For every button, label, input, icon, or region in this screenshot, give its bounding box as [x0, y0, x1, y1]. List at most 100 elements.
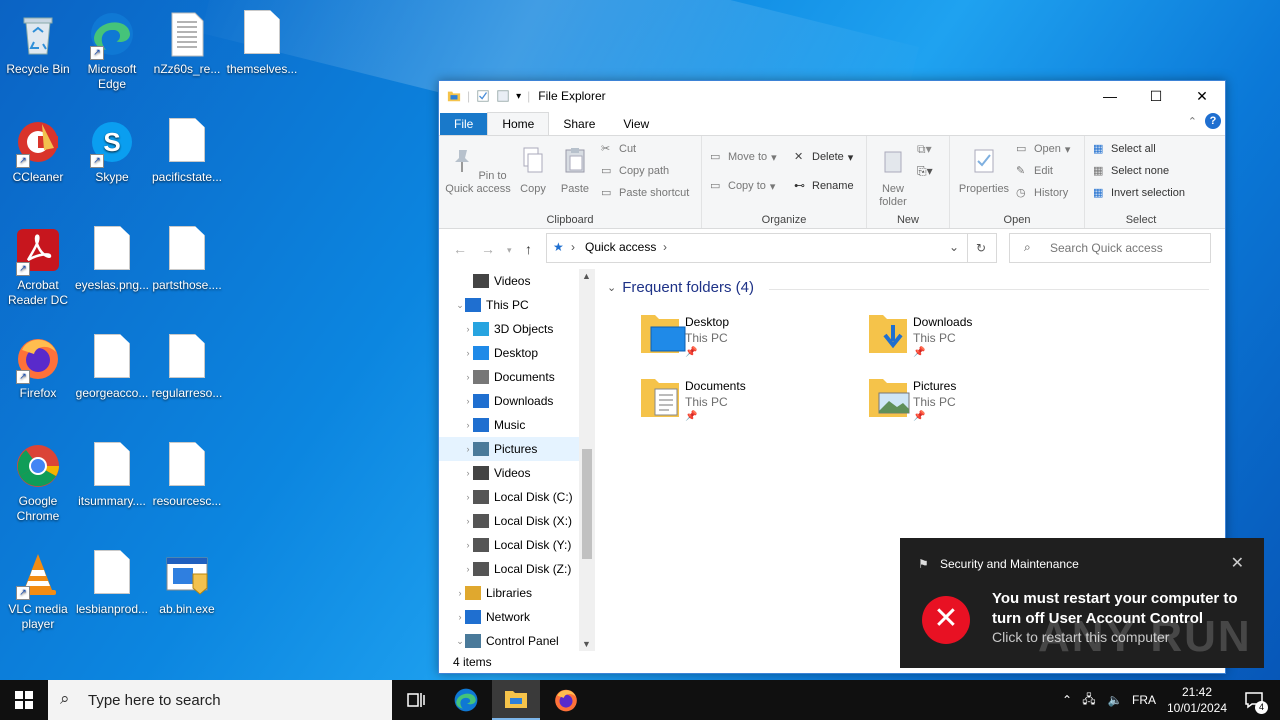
desktop-icon-file[interactable]: georgeacco... — [74, 330, 150, 401]
title-bar[interactable]: | ▾ | File Explorer — ☐ ✕ — [439, 81, 1225, 111]
up-button[interactable]: ↑ — [525, 241, 532, 257]
address-bar[interactable]: ★ › Quick access › ⌄ — [546, 233, 968, 263]
expanded-chevron-icon[interactable]: ⌄ — [455, 636, 465, 647]
scroll-down-icon[interactable]: ▼ — [582, 639, 591, 649]
help-icon[interactable]: ? — [1205, 113, 1221, 129]
nav-item-libraries[interactable]: › Libraries — [439, 581, 595, 605]
collapse-ribbon-icon[interactable]: ⌃ — [1188, 115, 1197, 128]
desktop-icon-file[interactable]: themselves... — [224, 6, 300, 77]
start-button[interactable] — [0, 680, 48, 720]
nav-item-videos[interactable]: › Videos — [439, 461, 595, 485]
expand-chevron-icon[interactable]: › — [463, 348, 473, 358]
recent-locations-icon[interactable]: ▾ — [507, 245, 512, 256]
folder-tile-downloads[interactable]: Downloads This PC 📌 — [867, 311, 1087, 371]
desktop-icon-file[interactable]: regularreso... — [149, 330, 225, 401]
expand-chevron-icon[interactable]: › — [463, 396, 473, 406]
taskbar-search-box[interactable]: ⌕ Type here to search — [48, 680, 392, 720]
scrollbar-thumb[interactable] — [582, 449, 592, 559]
show-hidden-icons-chevron-icon[interactable]: ⌃ — [1058, 693, 1076, 707]
expand-chevron-icon[interactable]: › — [463, 492, 473, 502]
desktop-icon-firefox[interactable]: ↗ Firefox — [0, 330, 76, 401]
expand-chevron-icon[interactable]: › — [463, 564, 473, 574]
desktop-icon-vlc[interactable]: ↗ VLC media player — [0, 546, 76, 632]
nav-item-downloads[interactable]: › Downloads — [439, 389, 595, 413]
taskbar-clock[interactable]: 21:42 10/01/2024 — [1160, 684, 1234, 716]
new-folder-button[interactable]: New folder — [871, 146, 915, 209]
desktop-icon-file[interactable]: pacificstate... — [149, 114, 225, 185]
copy-to-button[interactable]: ▭ Copy to ▾ — [710, 179, 775, 193]
navigation-scrollbar[interactable]: ▲ ▼ — [579, 269, 595, 651]
folder-tile-pictures[interactable]: Pictures This PC 📌 — [867, 375, 1087, 435]
rename-button[interactable]: ⊷ Rename — [794, 179, 854, 193]
cut-button[interactable]: ✂ Cut — [601, 142, 636, 156]
desktop-icon-file[interactable]: resourcesc... — [149, 438, 225, 509]
nav-item-music[interactable]: › Music — [439, 413, 595, 437]
action-center-button[interactable]: 4 — [1234, 680, 1274, 720]
desktop-icon-acrobat[interactable]: ↗ Acrobat Reader DC — [0, 222, 76, 308]
copy-path-button[interactable]: ▭ Copy path — [601, 164, 669, 178]
expand-chevron-icon[interactable]: › — [463, 540, 473, 550]
properties-icon[interactable] — [476, 89, 490, 103]
expand-chevron-icon[interactable]: › — [463, 372, 473, 382]
nav-item-pictures[interactable]: › Pictures — [439, 437, 595, 461]
select-all-button[interactable]: ▦ Select all — [1093, 142, 1156, 156]
paste-button[interactable]: Paste — [555, 146, 595, 196]
nav-item-local-disk-x[interactable]: › Local Disk (X:) — [439, 509, 595, 533]
customize-qat-icon[interactable]: ▾ — [516, 91, 521, 102]
properties-button[interactable]: Properties — [952, 146, 1016, 196]
desktop-icon-file[interactable]: eyeslas.png... — [74, 222, 150, 293]
desktop-icon-file[interactable]: partsthose.... — [149, 222, 225, 293]
folder-tile-documents[interactable]: Documents This PC 📌 — [639, 375, 859, 435]
paste-shortcut-button[interactable]: ▭ Paste shortcut — [601, 186, 689, 200]
desktop-icon-file[interactable]: lesbianprod... — [74, 546, 150, 617]
task-view-button[interactable] — [392, 680, 440, 720]
move-to-button[interactable]: ▭ Move to ▾ — [710, 150, 777, 164]
desktop-icon-exe[interactable]: ab.bin.exe — [149, 546, 225, 617]
tab-share[interactable]: Share — [549, 113, 609, 135]
minimize-button[interactable]: — — [1087, 81, 1133, 111]
nav-item-network[interactable]: › Network — [439, 605, 595, 629]
breadcrumb-location[interactable]: Quick access — [585, 240, 656, 254]
back-button[interactable]: ← — [453, 241, 467, 257]
network-icon[interactable]: 🖧 — [1076, 690, 1102, 711]
nav-item-local-disk-c[interactable]: › Local Disk (C:) — [439, 485, 595, 509]
address-dropdown-icon[interactable]: ⌄ — [949, 240, 959, 254]
open-button[interactable]: ▭ Open ▾ — [1016, 142, 1070, 156]
tab-view[interactable]: View — [609, 113, 663, 135]
taskbar-firefox-button[interactable] — [542, 680, 590, 720]
nav-item-this-pc[interactable]: ⌄ This PC — [439, 293, 595, 317]
desktop-icon-file[interactable]: itsummary.... — [74, 438, 150, 509]
history-button[interactable]: ◷ History — [1016, 186, 1068, 200]
copy-button[interactable]: Copy — [513, 146, 553, 196]
expand-chevron-icon[interactable]: › — [463, 516, 473, 526]
scroll-up-icon[interactable]: ▲ — [582, 271, 591, 281]
tab-home[interactable]: Home — [487, 112, 550, 135]
expanded-chevron-icon[interactable]: ⌄ — [455, 300, 465, 311]
expand-chevron-icon[interactable]: › — [455, 612, 465, 622]
tab-file[interactable]: File — [440, 113, 488, 135]
easy-access-icon[interactable]: ⎘▾ — [917, 164, 933, 179]
nav-item-local-disk-z[interactable]: › Local Disk (Z:) — [439, 557, 595, 581]
volume-icon[interactable]: 🔈 — [1102, 693, 1128, 707]
forward-button[interactable]: → — [481, 241, 495, 257]
expand-chevron-icon[interactable]: › — [463, 444, 473, 454]
taskbar-file-explorer-button[interactable] — [492, 680, 540, 720]
new-folder-qat-icon[interactable] — [496, 89, 510, 103]
select-none-button[interactable]: ▦ Select none — [1093, 164, 1169, 178]
nav-item-3d-objects[interactable]: › 3D Objects — [439, 317, 595, 341]
desktop-icon-recycle-bin[interactable]: Recycle Bin — [0, 6, 76, 77]
edit-button[interactable]: ✎ Edit — [1016, 164, 1053, 178]
expand-chevron-icon[interactable]: › — [463, 468, 473, 478]
language-indicator[interactable]: FRA — [1128, 693, 1160, 707]
toast-close-icon[interactable]: ✕ — [1231, 553, 1244, 573]
refresh-button[interactable]: ↻ — [966, 233, 997, 263]
nav-item-documents[interactable]: › Documents — [439, 365, 595, 389]
pin-to-quick-access-button[interactable]: Pin to Quick access — [445, 146, 511, 196]
desktop-icon-ccleaner[interactable]: ↗ CCleaner — [0, 114, 76, 185]
desktop-icon-chrome[interactable]: Google Chrome — [0, 438, 76, 524]
frequent-folders-header[interactable]: ⌄ Frequent folders (4) — [607, 279, 754, 296]
delete-button[interactable]: ✕ Delete ▾ — [794, 150, 853, 164]
folder-tile-desktop[interactable]: Desktop This PC 📌 — [639, 311, 859, 371]
nav-item-local-disk-y[interactable]: › Local Disk (Y:) — [439, 533, 595, 557]
expand-chevron-icon[interactable]: › — [463, 324, 473, 334]
